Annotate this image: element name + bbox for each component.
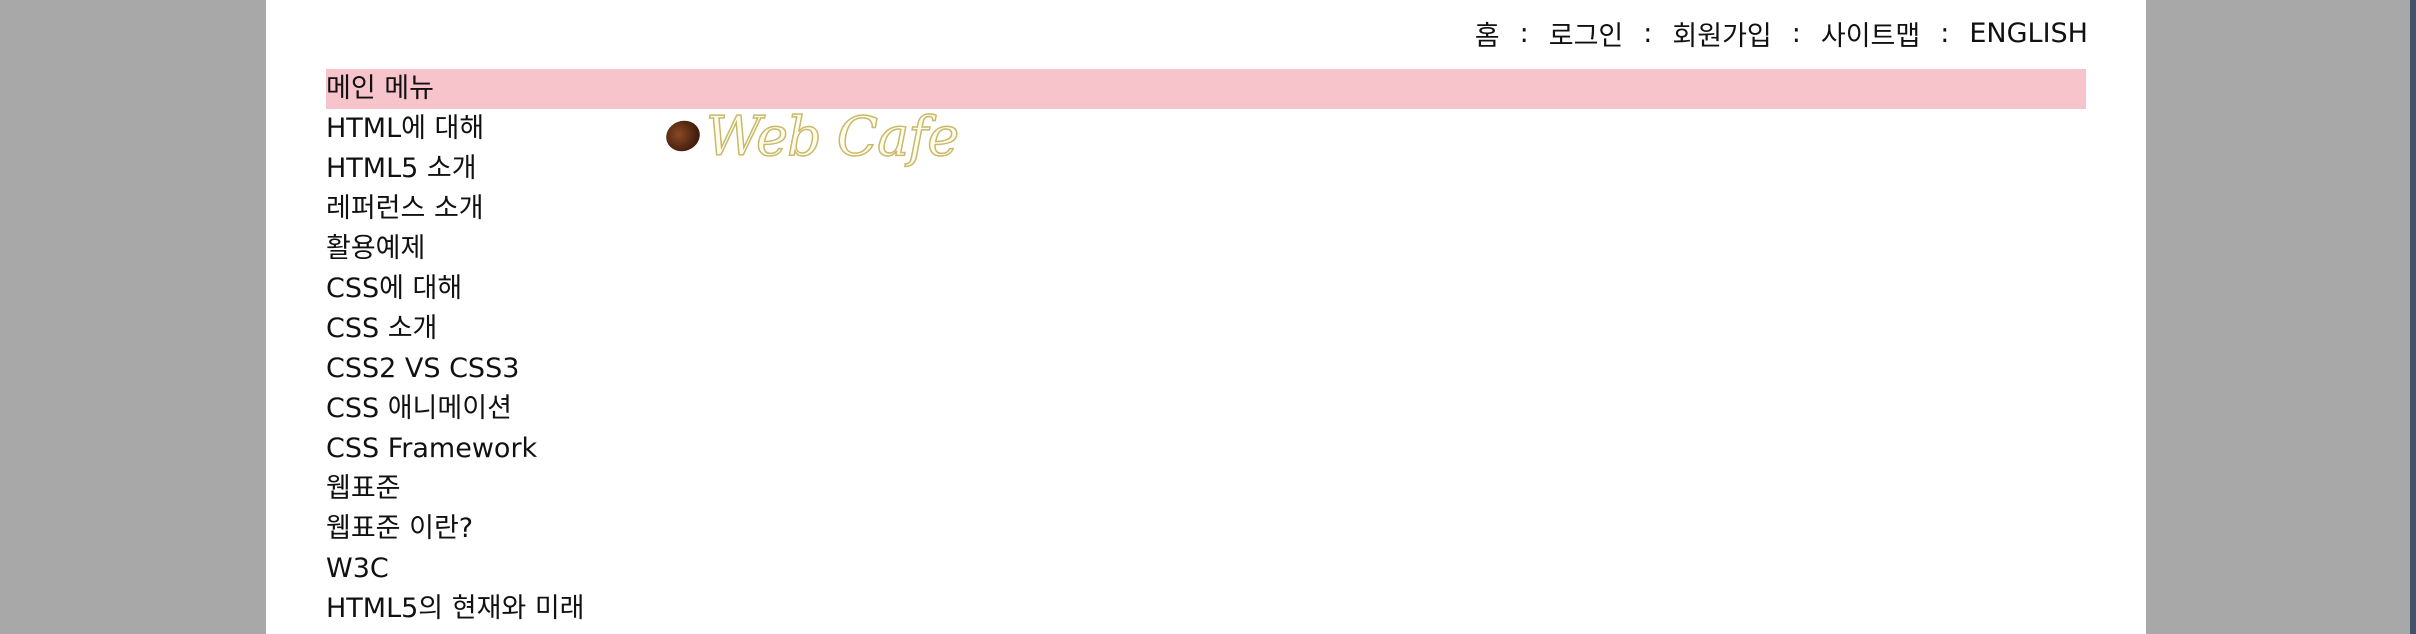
home-link[interactable]: 홈 bbox=[1475, 14, 1500, 53]
menu-item-css-framework[interactable]: CSS Framework bbox=[326, 429, 2086, 469]
menu-item-css-intro[interactable]: CSS 소개 bbox=[326, 309, 2086, 349]
menu-item-html5-intro[interactable]: HTML5 소개 bbox=[326, 149, 2086, 189]
menu-item-web-standards[interactable]: 웹표준 bbox=[326, 469, 2086, 509]
signup-link[interactable]: 회원가입 bbox=[1672, 14, 1771, 53]
menu-item-css-animation[interactable]: CSS 애니메이션 bbox=[326, 389, 2086, 429]
menu-item-html[interactable]: HTML에 대해 bbox=[326, 109, 2086, 149]
page-container: 홈 : 로그인 : 회원가입 : 사이트맵 : ENGLISH 메인 메뉴 HT… bbox=[266, 0, 2146, 634]
site-logo[interactable]: Web Cafe bbox=[661, 104, 960, 168]
menu-item-web-standards-what[interactable]: 웹표준 이란? bbox=[326, 509, 2086, 549]
sitemap-link[interactable]: 사이트맵 bbox=[1821, 14, 1920, 53]
utility-nav: 홈 : 로그인 : 회원가입 : 사이트맵 : ENGLISH bbox=[1475, 14, 2088, 53]
menu-item-html5-future[interactable]: HTML5의 현재와 미래 bbox=[326, 589, 2086, 629]
main-menu-header: 메인 메뉴 bbox=[326, 69, 2086, 109]
menu-item-css[interactable]: CSS에 대해 bbox=[326, 269, 2086, 309]
menu-item-w3c[interactable]: W3C bbox=[326, 549, 2086, 589]
logo-text: Web Cafe bbox=[705, 104, 960, 169]
menu-item-examples[interactable]: 활용예제 bbox=[326, 229, 2086, 269]
coffee-bean-icon bbox=[661, 116, 705, 156]
nav-separator: : bbox=[1940, 18, 1950, 49]
nav-separator: : bbox=[1791, 18, 1801, 49]
nav-separator: : bbox=[1519, 18, 1529, 49]
menu-item-reference[interactable]: 레퍼런스 소개 bbox=[326, 189, 2086, 229]
english-link[interactable]: ENGLISH bbox=[1969, 18, 2088, 49]
menu-item-css2-vs-css3[interactable]: CSS2 VS CSS3 bbox=[326, 349, 2086, 389]
login-link[interactable]: 로그인 bbox=[1549, 14, 1624, 53]
nav-separator: : bbox=[1643, 18, 1653, 49]
window-edge bbox=[2410, 0, 2416, 634]
main-menu: 메인 메뉴 HTML에 대해 HTML5 소개 레퍼런스 소개 활용예제 CSS… bbox=[326, 69, 2086, 629]
